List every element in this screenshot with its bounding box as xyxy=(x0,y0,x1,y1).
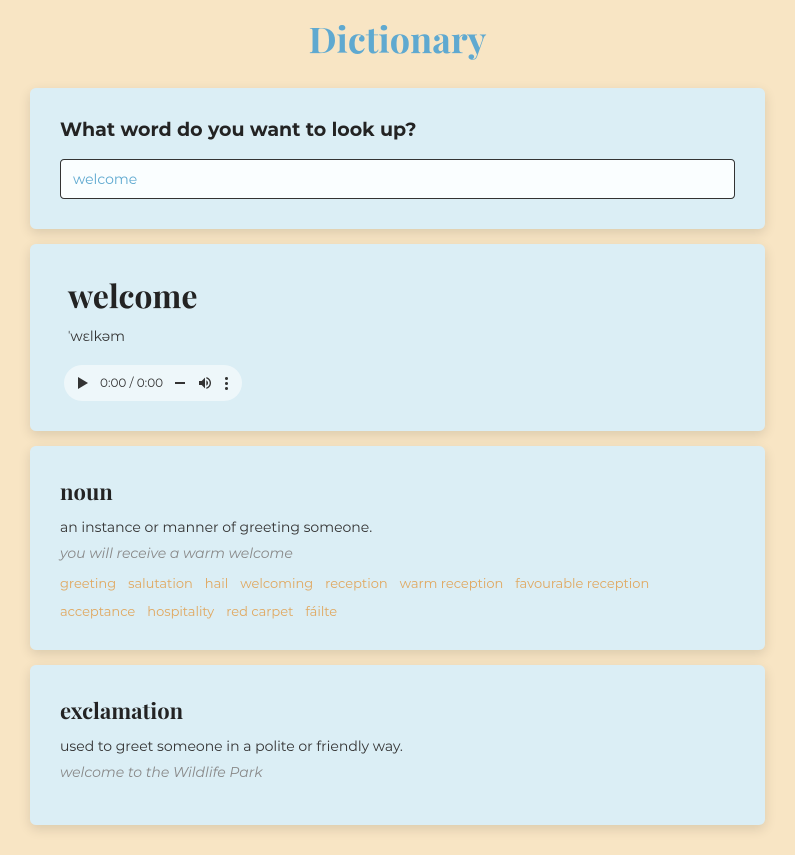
synonym-link[interactable]: reception xyxy=(325,576,387,592)
definition: an instance or manner of greeting someon… xyxy=(60,518,735,536)
entry-card: exclamation used to greet someone in a po… xyxy=(30,665,765,825)
definition: used to greet someone in a polite or fri… xyxy=(60,737,735,755)
example: welcome to the Wildlife Park xyxy=(60,763,735,781)
audio-progress-dash xyxy=(175,382,185,384)
entry-card: noun an instance or manner of greeting so… xyxy=(30,446,765,650)
synonym-link[interactable]: hospitality xyxy=(147,604,214,620)
synonym-link[interactable]: hail xyxy=(205,576,228,592)
audio-time: 0:00 / 0:00 xyxy=(100,376,163,391)
synonym-link[interactable]: greeting xyxy=(60,576,116,592)
synonym-link[interactable]: salutation xyxy=(128,576,193,592)
search-card: What word do you want to look up? xyxy=(30,88,765,229)
synonym-link[interactable]: fáilte xyxy=(305,604,337,620)
synonym-link[interactable]: welcoming xyxy=(240,576,313,592)
word-title: welcome xyxy=(60,274,735,317)
example: you will receive a warm welcome xyxy=(60,544,735,562)
synonym-link[interactable]: acceptance xyxy=(60,604,135,620)
synonym-link[interactable]: favourable reception xyxy=(515,576,649,592)
part-of-speech: noun xyxy=(60,476,735,506)
synonym-link[interactable]: red carpet xyxy=(226,604,293,620)
volume-icon[interactable] xyxy=(197,375,213,391)
synonyms-list: greeting salutation hail welcoming reception… xyxy=(60,576,735,620)
synonym-link[interactable]: warm reception xyxy=(400,576,504,592)
audio-player[interactable]: 0:00 / 0:00 xyxy=(64,365,242,401)
word-card: welcome ˈwɛlkəm 0:00 / 0:00 xyxy=(30,244,765,431)
play-icon[interactable] xyxy=(78,377,88,389)
part-of-speech: exclamation xyxy=(60,695,735,725)
search-label: What word do you want to look up? xyxy=(60,118,735,141)
audio-menu-icon[interactable] xyxy=(225,377,228,390)
page-title: Dictionary xyxy=(30,15,765,63)
search-input[interactable] xyxy=(60,159,735,199)
word-phonetic: ˈwɛlkəm xyxy=(60,327,735,345)
